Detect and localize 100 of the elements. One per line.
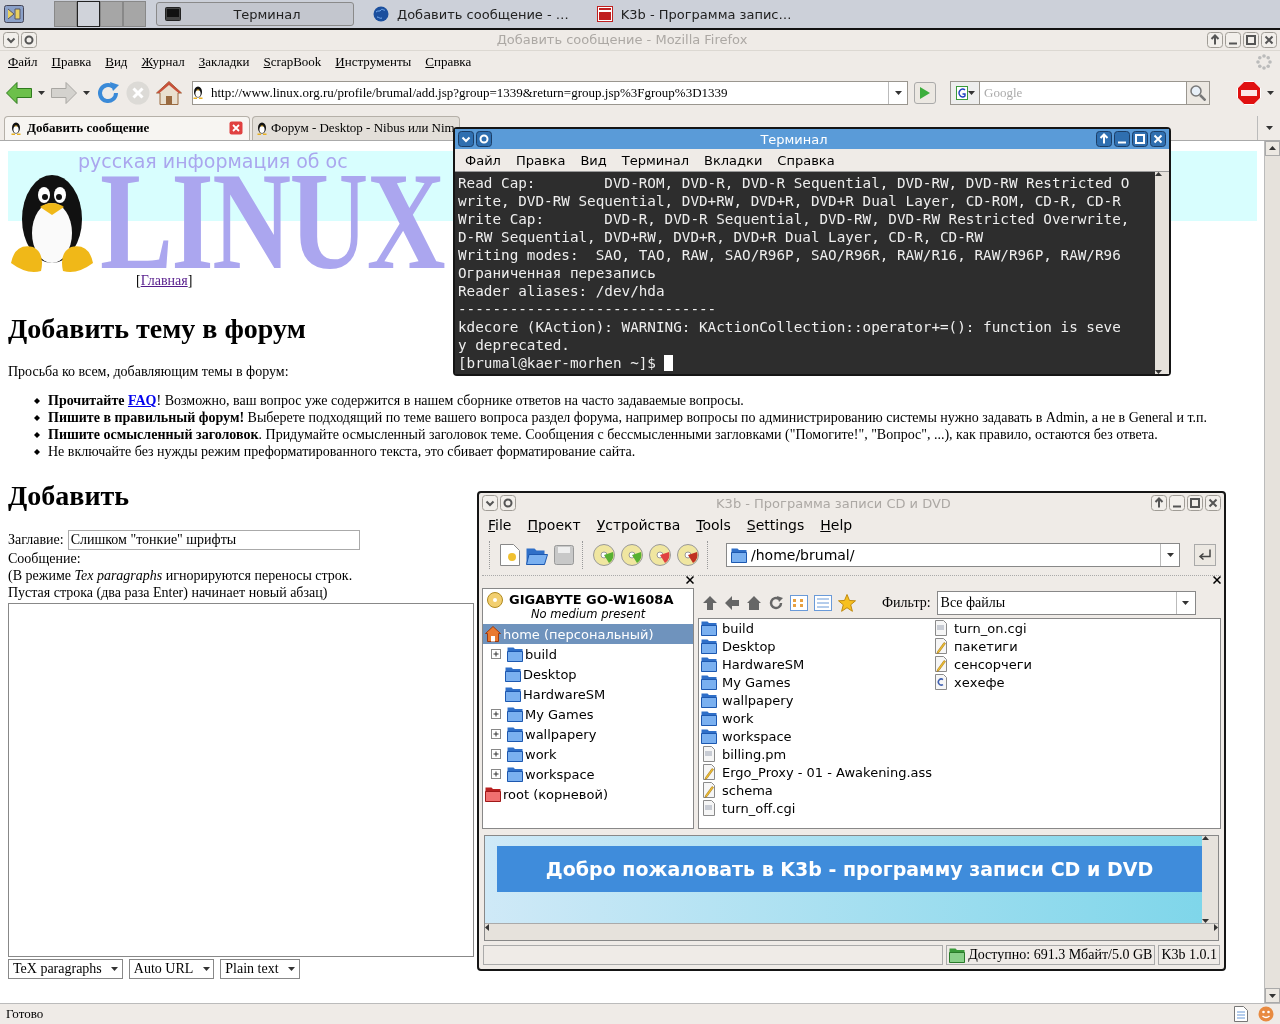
menu-item[interactable]: Правка [51,53,92,70]
menu-item[interactable]: Справка [777,152,835,168]
maximize-icon[interactable] [1243,32,1259,48]
format-dropdown[interactable]: Auto URL [128,958,215,979]
keep-above-icon[interactable] [1151,495,1167,511]
directory-entry[interactable]: build [701,619,933,637]
directory-entry[interactable]: пакетиги [933,637,1165,655]
keep-above-icon[interactable] [1096,131,1112,147]
home-icon[interactable] [156,80,182,105]
title-field[interactable]: Слишком "тонкие" шрифты [67,529,360,550]
reload-icon[interactable] [768,595,784,611]
keep-above-icon[interactable] [1207,32,1223,48]
tree-item[interactable]: My Games [503,704,693,724]
expand-icon[interactable] [491,769,501,779]
taskbar-button[interactable]: Добавить сообщение - … [364,2,578,26]
detail-view-icon[interactable] [814,595,832,611]
expand-icon[interactable] [491,749,501,759]
reload-icon[interactable] [96,80,120,105]
desktop-thumbnail[interactable] [77,1,100,27]
disc-icon[interactable] [593,544,615,566]
search-engine-button[interactable] [950,80,980,105]
minimize-icon[interactable] [1225,32,1241,48]
menu-item[interactable]: Вид [105,53,128,70]
menu-item[interactable]: File [488,517,512,533]
tab-close-icon[interactable] [229,121,243,136]
up-arrow-icon[interactable] [1269,146,1276,151]
close-icon[interactable] [686,576,694,584]
minimize-icon[interactable] [1169,495,1185,511]
menu-item[interactable]: Терминал [621,152,689,168]
back-arrow-icon[interactable] [6,81,32,104]
search-button[interactable] [1186,80,1210,105]
directory-entry[interactable]: workspace [701,727,933,745]
tree-item[interactable]: build [503,644,693,664]
directory-entry[interactable]: turn_off.cgi [701,799,933,817]
menu-icon[interactable] [3,32,19,48]
minimize-icon[interactable] [1114,131,1130,147]
menu-item[interactable]: Закладки [198,53,250,70]
close-icon[interactable] [1213,576,1221,584]
smiley-icon[interactable] [1258,1006,1274,1022]
icon-view-icon[interactable] [790,595,808,611]
desktop-thumbnail[interactable] [54,1,77,27]
path-field[interactable]: /home/brumal/ [726,543,1180,567]
menu-icon[interactable] [482,495,498,511]
menu-icon[interactable] [458,131,474,147]
maximize-icon[interactable] [1187,495,1203,511]
sticky-icon[interactable] [21,32,37,48]
directory-entry[interactable]: turn_on.cgi [933,619,1165,637]
directory-entry[interactable]: schema [701,781,933,799]
close-icon[interactable] [1261,32,1277,48]
tree-item[interactable]: wallpapery [503,724,693,744]
down-arrow-icon[interactable] [1202,919,1209,923]
stop-sign-icon[interactable] [1237,80,1261,105]
browser-tab[interactable]: Добавить сообщение [4,115,250,140]
menu-item[interactable]: Help [820,517,853,533]
menu-item[interactable]: Проект [527,517,581,533]
expand-icon[interactable] [491,729,501,739]
left-arrow-icon[interactable] [485,924,489,931]
desktop-thumbnail[interactable] [100,1,123,27]
device-item[interactable]: GIGABYTE GO-W1608A No medium present [483,589,693,624]
desktop-thumbnail[interactable] [123,1,146,27]
disc-icon[interactable] [649,544,671,566]
format-dropdown[interactable]: TeX paragraphs [8,958,123,979]
star-icon[interactable] [838,594,856,612]
up-arrow-icon[interactable] [1155,172,1162,176]
disc-icon[interactable] [677,544,699,566]
message-field[interactable] [8,602,474,957]
menu-item[interactable]: Файл [465,152,501,168]
menu-item[interactable]: Tools [696,517,731,533]
down-arrow-icon[interactable] [1269,993,1276,998]
go-button[interactable] [1194,544,1216,566]
directory-entry[interactable]: My Games [701,673,933,691]
faq-link[interactable]: FAQ [128,392,157,408]
new-document-icon[interactable] [500,544,520,566]
back-arrow-icon[interactable] [724,595,740,611]
tree-item[interactable]: workspace [503,764,693,784]
taskbar-button[interactable]: K3b - Программа запис… [587,2,801,26]
expand-icon[interactable] [491,709,501,719]
down-arrow-icon[interactable] [1155,370,1162,374]
tree-item[interactable]: HardwareSM [503,684,693,704]
filter-dropdown[interactable]: Все файлы [936,591,1196,615]
menu-item[interactable]: Устройства [596,517,681,533]
k-menu-icon[interactable] [4,5,24,23]
home-icon[interactable] [746,595,762,611]
tree-item[interactable]: Desktop [503,664,693,684]
menu-item[interactable]: Settings [746,517,805,533]
tree-item[interactable]: work [503,744,693,764]
sticky-icon[interactable] [500,495,516,511]
directory-entry[interactable]: Desktop [701,637,933,655]
menu-item[interactable]: Правка [515,152,566,168]
taskbar-button[interactable]: Терминал [156,2,354,26]
menu-item[interactable]: Журнал [141,53,185,70]
right-arrow-icon[interactable] [1214,924,1218,931]
search-field[interactable]: Google [980,80,1186,105]
directory-entry[interactable]: HardwareSM [701,655,933,673]
up-arrow-icon[interactable] [702,595,718,611]
directory-entry[interactable]: Ergo_Proxy - 01 - Awakening.ass [701,763,933,781]
sticky-icon[interactable] [476,131,492,147]
directory-entry[interactable]: billing.pm [701,745,933,763]
directory-entry[interactable]: хехефе [933,673,1165,691]
maximize-icon[interactable] [1132,131,1148,147]
